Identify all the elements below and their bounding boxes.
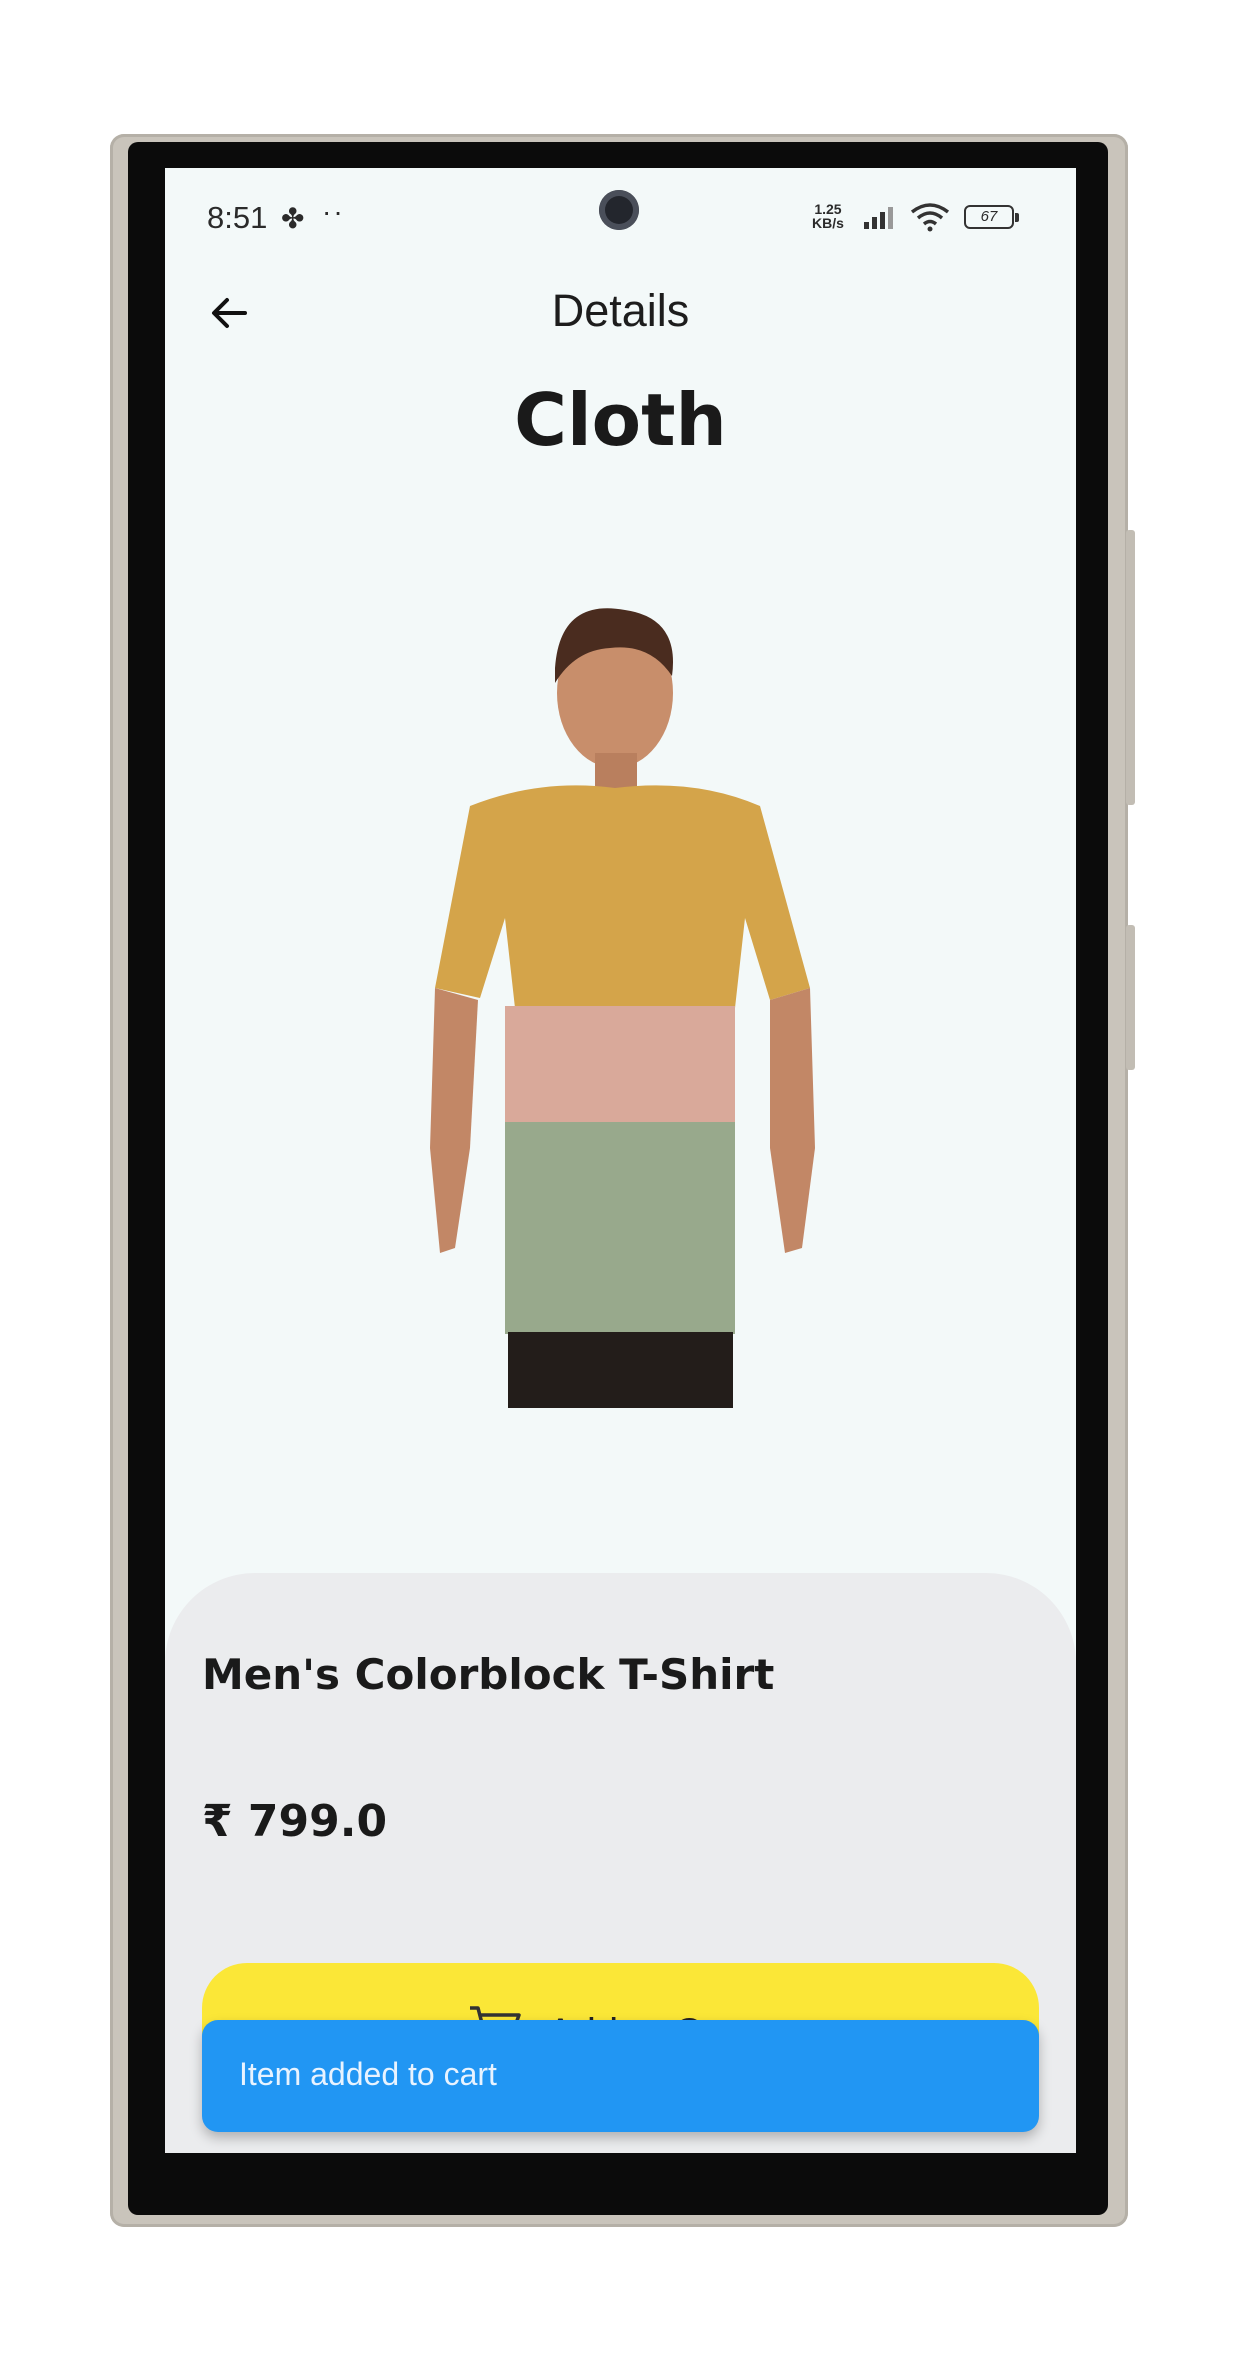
network-speed-value: 1.25 (814, 201, 842, 217)
fan-icon: ✤ (281, 203, 305, 234)
header-title: Details (551, 285, 690, 336)
app-screen: 8:51 ✤ ·· 1.25 KB/s 67 Details Cloth Men… (165, 168, 1076, 2153)
product-price: ₹ 799.0 (202, 1796, 388, 1847)
product-image (430, 608, 815, 1408)
snackbar-message: Item added to cart (239, 2056, 497, 2092)
battery-icon: 67 (964, 205, 1019, 229)
product-name: Men's Colorblock T-Shirt (202, 1650, 775, 1699)
volume-button (1126, 530, 1135, 805)
page-title: Cloth (514, 378, 727, 462)
status-time: 8:51 (207, 200, 268, 235)
status-bar: 8:51 ✤ ·· 1.25 KB/s 67 (165, 168, 1076, 268)
signal-icon (864, 207, 893, 229)
snackbar: Item added to cart (202, 2020, 1039, 2132)
wifi-icon (910, 203, 950, 232)
network-speed: 1.25 KB/s (812, 202, 844, 230)
power-button (1126, 925, 1135, 1070)
notification-dots: ·· (322, 196, 345, 227)
battery-level: 67 (980, 208, 998, 225)
front-camera (599, 190, 639, 230)
network-speed-unit: KB/s (812, 215, 844, 231)
